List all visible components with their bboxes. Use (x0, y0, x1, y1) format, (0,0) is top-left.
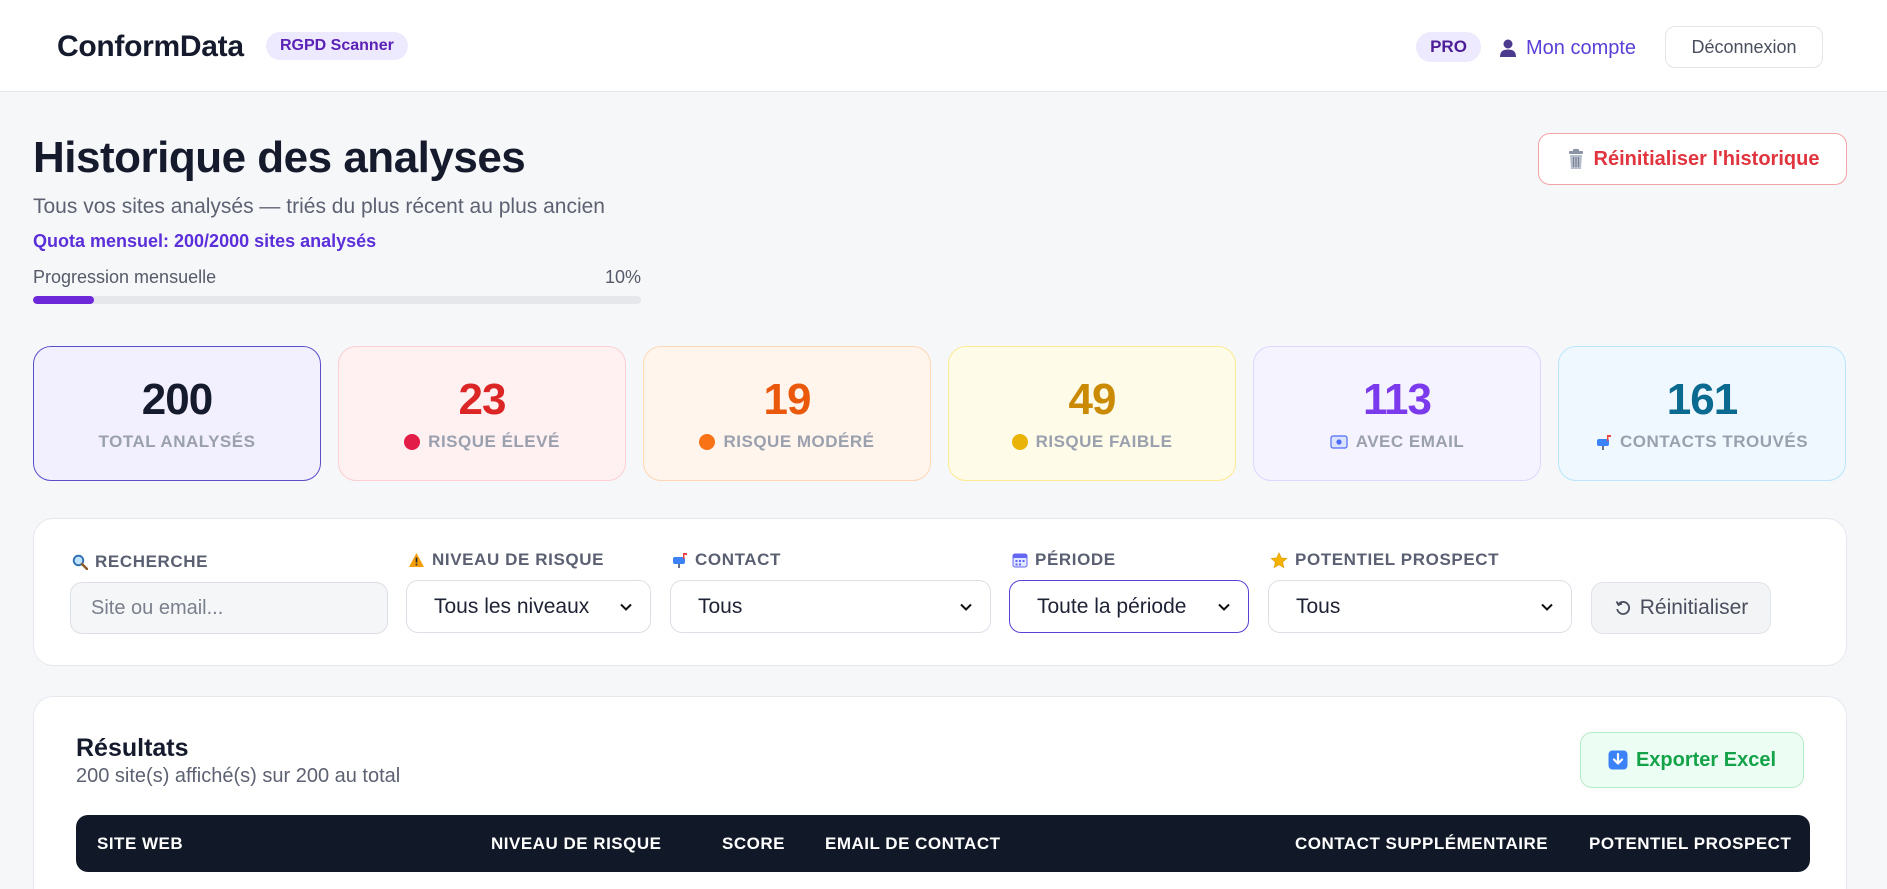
logout-button[interactable]: Déconnexion (1665, 26, 1823, 68)
trash-icon (1568, 149, 1583, 169)
magnifier-icon (72, 554, 88, 570)
stat-card-low-risk[interactable]: 49 RISQUE FAIBLE (948, 346, 1236, 481)
download-icon (1608, 750, 1628, 770)
search-input[interactable] (70, 582, 388, 634)
progress-bar-fill (33, 296, 94, 304)
export-excel-button[interactable]: Exporter Excel (1580, 732, 1804, 788)
stat-label-wrap: RISQUE MODÉRÉ (699, 432, 874, 452)
stat-label: RISQUE MODÉRÉ (723, 431, 875, 451)
results-title: Résultats (76, 734, 189, 762)
stat-label-wrap: RISQUE ÉLEVÉ (404, 432, 560, 452)
chevron-down-icon (1541, 603, 1553, 611)
chevron-down-icon (620, 603, 632, 611)
column-header-risk-level[interactable]: NIVEAU DE RISQUE (491, 815, 661, 872)
search-filter-label-text: RECHERCHE (95, 552, 209, 571)
reset-history-label: Réinitialiser l'historique (1593, 147, 1820, 170)
risk-level-select-value: Tous les niveaux (434, 594, 590, 618)
contact-select[interactable]: Tous (670, 580, 991, 633)
account-link[interactable]: Mon compte (1498, 34, 1636, 62)
stat-card-high-risk[interactable]: 23 RISQUE ÉLEVÉ (338, 346, 626, 481)
stat-label-wrap: AVEC EMAIL (1330, 432, 1465, 452)
stat-value: 19 (763, 374, 812, 424)
prospect-select[interactable]: Tous (1268, 580, 1572, 633)
stat-label: TOTAL ANALYSÉS (98, 431, 256, 451)
stat-card-moderate-risk[interactable]: 19 RISQUE MODÉRÉ (643, 346, 931, 481)
stat-card-total[interactable]: 200 TOTAL ANALYSÉS (33, 346, 321, 481)
stat-value: 113 (1363, 374, 1432, 424)
red-circle-icon (404, 433, 421, 450)
stat-card-contacts-found[interactable]: 161 CONTACTS TROUVÉS (1558, 346, 1846, 481)
column-header-email[interactable]: EMAIL DE CONTACT (825, 815, 1000, 872)
export-excel-label: Exporter Excel (1635, 748, 1777, 771)
reset-history-button[interactable]: Réinitialiser l'historique (1538, 133, 1847, 185)
prospect-select-value: Tous (1296, 594, 1341, 618)
email-icon (1330, 434, 1348, 449)
results-table-header: SITE WEB NIVEAU DE RISQUE SCORE EMAIL DE… (76, 815, 1810, 872)
stat-value: 200 (141, 374, 213, 424)
risk-level-select[interactable]: Tous les niveaux (406, 580, 651, 633)
period-filter-label-text: PÉRIODE (1035, 550, 1116, 569)
risk-filter-label-text: NIVEAU DE RISQUE (432, 550, 605, 569)
period-select[interactable]: Toute la période (1009, 580, 1249, 633)
warning-icon (409, 553, 424, 567)
reset-filters-button[interactable]: Réinitialiser (1591, 582, 1771, 634)
column-header-extra-contact[interactable]: CONTACT SUPPLÉMENTAIRE (1295, 815, 1548, 872)
page-subtitle: Tous vos sites analysés — triés du plus … (33, 195, 605, 218)
column-header-prospect[interactable]: POTENTIEL PROSPECT (1589, 815, 1791, 872)
search-filter-label: RECHERCHE (72, 552, 208, 572)
progress-value: 10% (604, 267, 641, 287)
risk-filter-label: NIVEAU DE RISQUE (408, 550, 604, 570)
orange-circle-icon (699, 433, 716, 450)
mailbox-icon (673, 553, 687, 568)
quota-text: Quota mensuel: 200/2000 sites analysés (33, 231, 377, 251)
period-select-value: Toute la période (1037, 594, 1187, 618)
reset-filters-label: Réinitialiser (1639, 596, 1749, 619)
chevron-down-icon (960, 603, 972, 611)
results-count: 200 site(s) affiché(s) sur 200 au total (76, 765, 401, 787)
top-navbar: ConformData RGPD Scanner PRO Mon compte … (0, 0, 1887, 92)
stat-label-wrap: TOTAL ANALYSÉS (99, 432, 256, 452)
plan-badge: PRO (1416, 32, 1481, 62)
stat-label-wrap: CONTACTS TROUVÉS (1596, 432, 1808, 452)
contact-filter-label-text: CONTACT (695, 550, 782, 569)
yellow-circle-icon (1011, 433, 1028, 450)
stat-label: RISQUE FAIBLE (1035, 431, 1173, 451)
prospect-filter-label-text: POTENTIEL PROSPECT (1295, 550, 1500, 569)
stat-label: CONTACTS TROUVÉS (1619, 431, 1809, 451)
brand-logo[interactable]: ConformData (57, 30, 244, 64)
stat-value: 161 (1666, 374, 1738, 424)
progress-label: Progression mensuelle (33, 267, 217, 287)
contact-filter-label: CONTACT (672, 550, 781, 570)
column-header-score[interactable]: SCORE (722, 815, 785, 872)
stat-value: 23 (458, 374, 507, 424)
mailbox-icon (1596, 434, 1611, 450)
stat-label: AVEC EMAIL (1355, 431, 1465, 451)
prospect-filter-label: POTENTIEL PROSPECT (1270, 550, 1499, 570)
column-header-site[interactable]: SITE WEB (97, 815, 183, 872)
progress-bar (33, 296, 641, 304)
product-badge: RGPD Scanner (266, 32, 408, 60)
contact-select-value: Tous (698, 594, 743, 618)
account-link-label: Mon compte (1526, 36, 1637, 59)
calendar-icon (1012, 553, 1028, 568)
page-title: Historique des analyses (33, 133, 526, 182)
star-icon (1270, 551, 1288, 568)
stat-label-wrap: RISQUE FAIBLE (1011, 431, 1173, 452)
chevron-down-icon (1218, 603, 1230, 611)
stat-value: 49 (1068, 374, 1117, 424)
period-filter-label: PÉRIODE (1012, 550, 1116, 570)
refresh-icon (1615, 601, 1630, 615)
stat-label: RISQUE ÉLEVÉ (428, 431, 560, 451)
user-icon (1500, 39, 1516, 57)
stat-card-with-email[interactable]: 113 AVEC EMAIL (1253, 346, 1541, 481)
